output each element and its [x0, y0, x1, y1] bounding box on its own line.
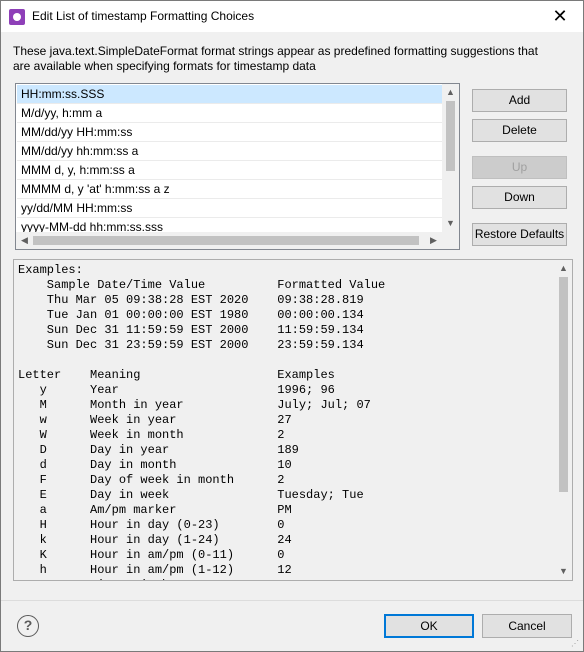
examples-line: E Day in week Tuesday; Tue	[18, 488, 364, 502]
cancel-button[interactable]: Cancel	[482, 614, 572, 638]
restore-defaults-button[interactable]: Restore Defaults	[472, 223, 567, 246]
scroll-up-arrow-icon[interactable]: ▲	[555, 260, 572, 277]
examples-line: Sun Dec 31 11:59:59 EST 2000 11:59:59.13…	[18, 323, 364, 337]
examples-line: m Minute in hour 30	[18, 578, 548, 580]
dialog-window: Edit List of timestamp Formatting Choice…	[0, 0, 584, 652]
scroll-down-arrow-icon[interactable]: ▼	[555, 563, 572, 580]
examples-line: F Day of week in month 2	[18, 473, 285, 487]
footer-divider	[1, 600, 583, 601]
close-button[interactable]: ✕	[537, 1, 583, 32]
examples-line: d Day in month 10	[18, 458, 292, 472]
examples-line: Sample Date/Time Value Formatted Value	[18, 278, 386, 292]
format-list[interactable]: HH:mm:ss.SSS M/d/yy, h:mm a MM/dd/yy HH:…	[15, 83, 460, 250]
examples-line: Letter Meaning Examples	[18, 368, 335, 382]
list-item[interactable]: yy/dd/MM HH:mm:ss	[17, 199, 444, 218]
list-vertical-scrollbar[interactable]: ▲ ▼	[442, 84, 459, 232]
down-button[interactable]: Down	[472, 186, 567, 209]
examples-line: D Day in year 189	[18, 443, 299, 457]
help-icon[interactable]: ?	[17, 615, 39, 637]
scroll-right-arrow-icon[interactable]: ▶	[425, 232, 442, 249]
list-item[interactable]: MMM d, y, h:mm:ss a	[17, 161, 444, 180]
window-title: Edit List of timestamp Formatting Choice…	[32, 9, 255, 23]
examples-line: k Hour in day (1-24) 24	[18, 533, 292, 547]
examples-line: M Month in year July; Jul; 07	[18, 398, 371, 412]
examples-line: h Hour in am/pm (1-12) 12	[18, 563, 292, 577]
ok-button[interactable]: OK	[384, 614, 474, 638]
examples-line: y Year 1996; 96	[18, 383, 335, 397]
examples-text-area[interactable]: Examples: Sample Date/Time Value Formatt…	[13, 259, 573, 581]
examples-line	[18, 353, 548, 368]
scroll-left-arrow-icon[interactable]: ◀	[16, 232, 33, 249]
examples-line: Thu Mar 05 09:38:28 EST 2020 09:38:28.81…	[18, 293, 364, 307]
scroll-up-arrow-icon[interactable]: ▲	[442, 84, 459, 101]
examples-line: w Week in year 27	[18, 413, 292, 427]
list-horizontal-scrollbar[interactable]: ◀ ▶	[16, 232, 459, 249]
examples-line: K Hour in am/pm (0-11) 0	[18, 548, 285, 562]
examples-line: a Am/pm marker PM	[18, 503, 292, 517]
scroll-thumb[interactable]	[446, 101, 455, 171]
resize-grip-icon[interactable]: ⋰	[571, 639, 581, 649]
app-icon	[9, 9, 25, 25]
up-button[interactable]: Up	[472, 156, 567, 179]
add-button[interactable]: Add	[472, 89, 567, 112]
title-bar[interactable]: Edit List of timestamp Formatting Choice…	[1, 1, 583, 32]
examples-line: Examples:	[18, 263, 83, 277]
examples-line: Tue Jan 01 00:00:00 EST 1980 00:00:00.13…	[18, 308, 364, 322]
list-item[interactable]: HH:mm:ss.SSS	[17, 85, 444, 104]
examples-line: Sun Dec 31 23:59:59 EST 2000 23:59:59.13…	[18, 338, 364, 352]
scroll-down-arrow-icon[interactable]: ▼	[442, 215, 459, 232]
examples-content: Examples: Sample Date/Time Value Formatt…	[18, 263, 548, 580]
list-item[interactable]: MM/dd/yy HH:mm:ss	[17, 123, 444, 142]
list-item[interactable]: MM/dd/yy hh:mm:ss a	[17, 142, 444, 161]
examples-vertical-scrollbar[interactable]: ▲ ▼	[555, 260, 572, 580]
description-text: These java.text.SimpleDateFormat format …	[13, 44, 538, 73]
scroll-thumb[interactable]	[559, 277, 568, 492]
list-item[interactable]: M/d/yy, h:mm a	[17, 104, 444, 123]
examples-line: H Hour in day (0-23) 0	[18, 518, 285, 532]
list-item[interactable]: MMMM d, y 'at' h:mm:ss a z	[17, 180, 444, 199]
delete-button[interactable]: Delete	[472, 119, 567, 142]
examples-line: W Week in month 2	[18, 428, 285, 442]
scroll-thumb[interactable]	[33, 236, 419, 245]
